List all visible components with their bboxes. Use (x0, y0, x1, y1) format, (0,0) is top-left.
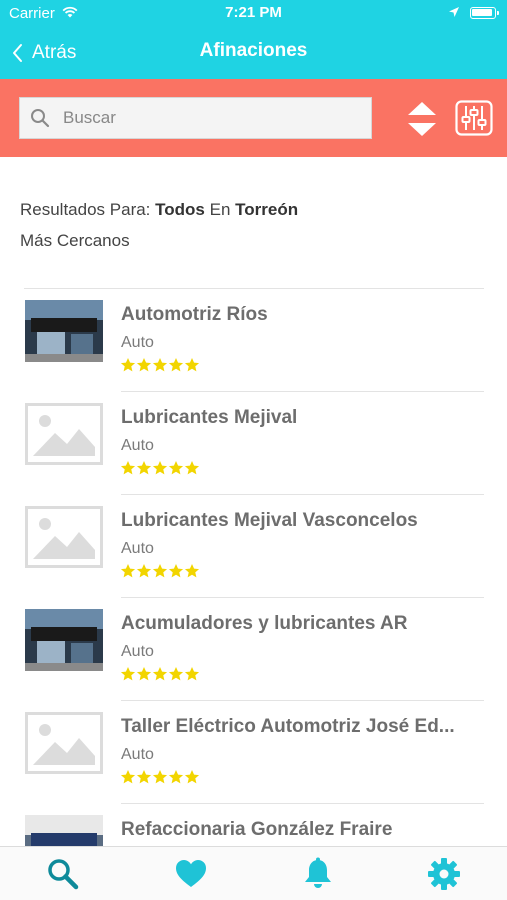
star-icon (136, 358, 152, 372)
star-icon (120, 461, 136, 475)
location-arrow-icon (449, 7, 459, 17)
star-icon (168, 667, 184, 681)
search-input[interactable] (63, 108, 353, 128)
star-icon (152, 770, 168, 784)
status-bar: Carrier 7:21 PM (0, 0, 507, 26)
star-icon (136, 564, 152, 578)
star-icon (184, 461, 200, 475)
business-name: Taller Eléctrico Automotriz José Ed... (121, 716, 455, 737)
sort-toggle-icon[interactable] (406, 99, 438, 139)
business-name: Refaccionaria González Fraire (121, 819, 393, 840)
filter-sliders-icon[interactable] (455, 100, 493, 136)
chevron-left-icon (13, 44, 22, 62)
results-category: Todos (155, 200, 205, 219)
business-name: Automotriz Ríos (121, 304, 268, 325)
star-icon (152, 564, 168, 578)
tab-favorites-heart-icon[interactable] (174, 857, 208, 891)
image-placeholder-icon (25, 403, 103, 465)
business-list: Automotriz Ríos Auto Lubricantes Mejival Au… (0, 288, 507, 846)
navigation-bar: Atrás Afinaciones (0, 26, 507, 79)
battery-icon (470, 7, 499, 19)
business-category: Auto (121, 334, 154, 351)
image-placeholder-icon (25, 506, 103, 568)
back-button[interactable]: Atrás (10, 40, 76, 66)
star-icon (184, 667, 200, 681)
star-icon (184, 564, 200, 578)
business-category: Auto (121, 746, 154, 763)
list-item[interactable]: Lubricantes Mejival Vasconcelos Auto (0, 495, 507, 598)
star-icon (168, 461, 184, 475)
star-icon (120, 564, 136, 578)
star-rating (120, 460, 200, 480)
search-toolbar (0, 79, 507, 157)
list-item[interactable]: Acumuladores y lubricantes AR Auto (0, 598, 507, 701)
business-name: Acumuladores y lubricantes AR (121, 613, 408, 634)
star-icon (120, 667, 136, 681)
star-icon (120, 358, 136, 372)
business-name: Lubricantes Mejival Vasconcelos (121, 510, 418, 531)
results-connector: En (209, 200, 231, 219)
star-icon (184, 770, 200, 784)
results-city: Torreón (235, 200, 299, 219)
star-rating (120, 666, 200, 686)
business-category: Auto (121, 643, 154, 660)
list-item[interactable]: Automotriz Ríos Auto (0, 289, 507, 392)
star-icon (168, 358, 184, 372)
search-box[interactable] (19, 97, 372, 139)
business-photo (25, 300, 103, 362)
star-icon (136, 667, 152, 681)
list-item[interactable]: Taller Eléctrico Automotriz José Ed... Au… (0, 701, 507, 804)
results-prefix: Resultados Para: (20, 200, 151, 219)
business-name: Lubricantes Mejival (121, 407, 298, 428)
star-rating (120, 357, 200, 377)
business-category: Auto (121, 437, 154, 454)
business-photo (25, 609, 103, 671)
list-item[interactable]: Refaccionaria González FraireAuto (0, 804, 507, 846)
tab-settings-gear-icon[interactable] (427, 857, 461, 891)
image-placeholder-icon (25, 712, 103, 774)
star-rating (120, 769, 200, 789)
star-icon (136, 461, 152, 475)
back-label: Atrás (32, 42, 77, 63)
tab-search-icon[interactable] (46, 857, 80, 891)
list-item[interactable]: Lubricantes Mejival Auto (0, 392, 507, 495)
tab-bar (0, 846, 507, 900)
business-photo (25, 815, 103, 846)
sort-order-label: Más Cercanos (20, 231, 130, 250)
star-icon (152, 667, 168, 681)
star-icon (152, 461, 168, 475)
search-icon (31, 109, 50, 128)
star-icon (120, 770, 136, 784)
star-icon (168, 770, 184, 784)
star-icon (168, 564, 184, 578)
star-icon (136, 770, 152, 784)
star-icon (152, 358, 168, 372)
tab-notifications-bell-icon[interactable] (301, 857, 335, 891)
star-rating (120, 563, 200, 583)
business-category: Auto (121, 540, 154, 557)
status-time: 7:21 PM (225, 4, 282, 21)
star-icon (184, 358, 200, 372)
results-summary: Resultados Para: Todos En Torreón (20, 200, 298, 220)
